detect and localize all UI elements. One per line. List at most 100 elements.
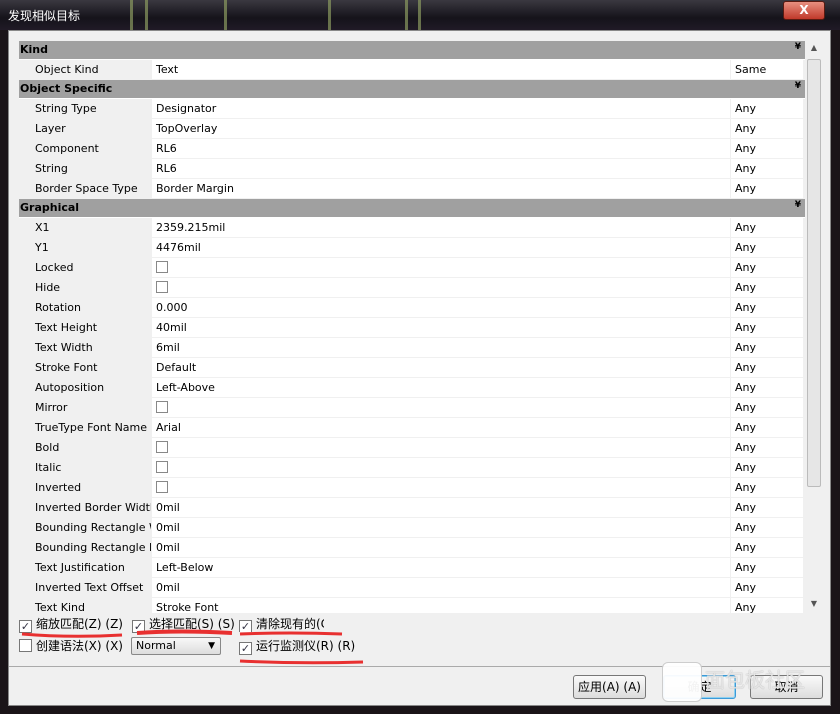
match-mode[interactable]: Any — [731, 99, 803, 118]
property-value[interactable]: Left-Below — [152, 558, 730, 577]
property-row: Mirror Any — [19, 398, 805, 418]
match-mode[interactable]: Any — [731, 179, 803, 198]
property-value-text: 0mil — [156, 581, 180, 594]
match-mode[interactable]: Any — [731, 518, 803, 537]
property-name: Hide — [19, 278, 151, 297]
section-header[interactable]: Object Specific ¥ — [19, 80, 805, 98]
property-value[interactable]: 0mil — [152, 578, 730, 597]
create-expression-checkbox[interactable]: 创建语法(X) (X) — [19, 638, 123, 654]
match-mode[interactable]: Any — [731, 358, 803, 377]
match-mode[interactable]: Any — [731, 498, 803, 517]
property-name: Inverted Text Offset — [19, 578, 151, 597]
property-name: String Type — [19, 99, 151, 118]
match-mode[interactable]: Any — [731, 418, 803, 437]
property-name: Autoposition — [19, 378, 151, 397]
section-header[interactable]: Kind ¥ — [19, 41, 805, 59]
property-name: Rotation — [19, 298, 151, 317]
property-value[interactable]: 40mil — [152, 318, 730, 337]
property-name: Stroke Font — [19, 358, 151, 377]
property-row: Y1 4476mil Any — [19, 238, 805, 258]
property-value[interactable]: 4476mil — [152, 238, 730, 257]
property-name: Border Space Type — [19, 179, 151, 198]
property-value-text: Stroke Font — [156, 601, 219, 613]
property-value[interactable]: 6mil — [152, 338, 730, 357]
property-value[interactable] — [152, 438, 730, 457]
property-value[interactable]: RL6 — [152, 159, 730, 178]
property-value-text: Left-Below — [156, 561, 214, 574]
match-mode[interactable]: Any — [731, 458, 803, 477]
property-value[interactable] — [152, 398, 730, 417]
match-mode[interactable]: Any — [731, 119, 803, 138]
match-mode[interactable]: Any — [731, 398, 803, 417]
property-value[interactable] — [152, 258, 730, 277]
scroll-up-icon[interactable]: ▲ — [806, 43, 822, 52]
run-inspector-checkbox[interactable]: ✓ 运行监测仪(R) (R) — [239, 638, 355, 655]
property-value[interactable]: Stroke Font — [152, 598, 730, 613]
scrollbar[interactable]: ▲ ▼ — [806, 41, 822, 613]
match-mode[interactable]: Any — [731, 318, 803, 337]
match-mode[interactable]: Any — [731, 578, 803, 597]
match-mode[interactable]: Any — [731, 278, 803, 297]
clear-existing-checkbox[interactable]: ✓ 清除现有的(C — [239, 616, 324, 632]
property-row: Inverted Text Offset 0mil Any — [19, 578, 805, 598]
property-value-text: 0.000 — [156, 301, 188, 314]
property-value[interactable]: 0.000 — [152, 298, 730, 317]
apply-button[interactable]: 应用(A) (A) — [573, 675, 646, 699]
match-mode[interactable]: Any — [731, 258, 803, 277]
property-value[interactable]: 0mil — [152, 538, 730, 557]
match-mode[interactable]: Any — [731, 238, 803, 257]
check-icon: ✓ — [19, 620, 32, 633]
property-value[interactable] — [152, 278, 730, 297]
match-mode[interactable]: Any — [731, 338, 803, 357]
collapse-icon[interactable]: ¥ — [795, 81, 801, 91]
match-mode[interactable]: Any — [731, 139, 803, 158]
property-name: Italic — [19, 458, 151, 477]
select-matching-checkbox[interactable]: ✓ 选择匹配(S) (S) — [132, 616, 235, 633]
property-value[interactable]: 2359.215mil — [152, 218, 730, 237]
property-row: Rotation 0.000 Any — [19, 298, 805, 318]
property-value[interactable]: Arial — [152, 418, 730, 437]
property-checkbox[interactable] — [156, 481, 168, 493]
match-mode[interactable]: Any — [731, 378, 803, 397]
property-value-text: Arial — [156, 421, 181, 434]
property-checkbox[interactable] — [156, 281, 168, 293]
property-checkbox[interactable] — [156, 401, 168, 413]
scroll-down-icon[interactable]: ▼ — [806, 599, 822, 608]
property-value[interactable]: Designator — [152, 99, 730, 118]
property-checkbox[interactable] — [156, 461, 168, 473]
match-mode[interactable]: Same — [731, 60, 803, 79]
property-value[interactable]: Text — [152, 60, 730, 79]
match-mode[interactable]: Any — [731, 538, 803, 557]
property-name: Inverted — [19, 478, 151, 497]
property-value[interactable]: RL6 — [152, 139, 730, 158]
property-value[interactable] — [152, 478, 730, 497]
match-mode[interactable]: Any — [731, 558, 803, 577]
match-mode[interactable]: Any — [731, 438, 803, 457]
property-row: Autoposition Left-Above Any — [19, 378, 805, 398]
property-value[interactable] — [152, 458, 730, 477]
collapse-icon[interactable]: ¥ — [795, 42, 801, 52]
property-value-text: RL6 — [156, 142, 177, 155]
property-value[interactable]: 0mil — [152, 518, 730, 537]
zoom-matching-checkbox[interactable]: ✓ 缩放匹配(Z) (Z) — [19, 616, 123, 633]
section-header[interactable]: Graphical ¥ — [19, 199, 805, 217]
property-value[interactable]: Left-Above — [152, 378, 730, 397]
property-value-text: Text — [156, 63, 179, 76]
mask-mode-select[interactable]: Normal ▼ — [131, 637, 221, 655]
scroll-thumb[interactable] — [807, 59, 821, 487]
match-mode[interactable]: Any — [731, 218, 803, 237]
property-value[interactable]: TopOverlay — [152, 119, 730, 138]
match-mode[interactable]: Any — [731, 298, 803, 317]
match-mode[interactable]: Any — [731, 159, 803, 178]
section-title: Graphical — [20, 201, 80, 214]
property-value[interactable]: Border Margin — [152, 179, 730, 198]
collapse-icon[interactable]: ¥ — [795, 200, 801, 210]
match-mode[interactable]: Any — [731, 598, 803, 613]
property-value[interactable]: Default — [152, 358, 730, 377]
match-mode[interactable]: Any — [731, 478, 803, 497]
property-value[interactable]: 0mil — [152, 498, 730, 517]
property-value-text: Designator — [156, 102, 217, 115]
property-checkbox[interactable] — [156, 261, 168, 273]
close-button[interactable]: X — [783, 1, 825, 20]
property-checkbox[interactable] — [156, 441, 168, 453]
